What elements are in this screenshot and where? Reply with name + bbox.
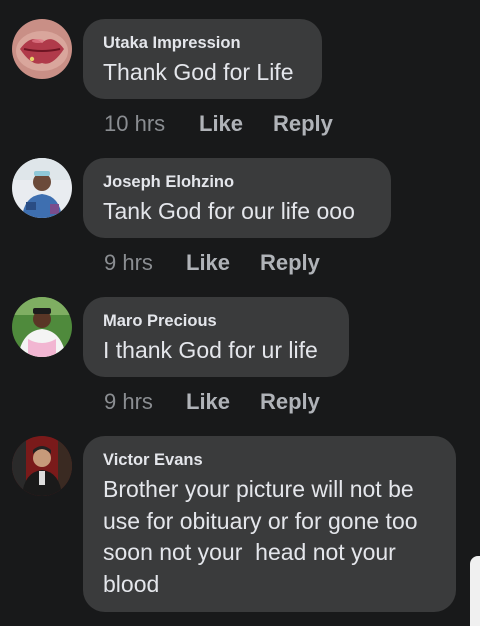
comment-text: Tank God for our life ooo [103,198,355,224]
comment-time[interactable]: 9 hrs [104,386,186,418]
comment-text: Brother your picture will not be use for… [103,476,424,597]
comment-author[interactable]: Victor Evans [103,450,436,470]
person-photo-icon [12,436,72,496]
avatar[interactable] [12,158,72,218]
comment-author[interactable]: Joseph Elohzino [103,172,371,192]
comment-author[interactable]: Utaka Impression [103,33,302,53]
reply-button[interactable]: Reply [260,386,320,418]
like-button[interactable]: Like [186,247,260,279]
comment-bubble: Maro Precious I thank God for ur life [83,297,349,377]
reply-button[interactable]: Reply [260,247,320,279]
comment-actions: 9 hrs Like Reply [104,386,320,418]
person-photo-icon [12,297,72,357]
comment-actions: 9 hrs Like Reply [104,247,320,279]
like-button[interactable]: Like [199,108,273,140]
comment-time[interactable]: 10 hrs [104,108,199,140]
avatar[interactable] [12,19,72,79]
comment-bubble: Joseph Elohzino Tank God for our life oo… [83,158,391,238]
comment-author[interactable]: Maro Precious [103,311,329,331]
avatar[interactable] [12,436,72,496]
like-button[interactable]: Like [186,386,260,418]
scrollbar[interactable] [470,556,480,626]
comment-text: Thank God for Life [103,59,294,85]
avatar[interactable] [12,297,72,357]
reply-button[interactable]: Reply [273,108,333,140]
comment-time[interactable]: 9 hrs [104,247,186,279]
comment-actions: 10 hrs Like Reply [104,108,333,140]
lips-photo-icon [12,19,72,79]
comment-bubble: Victor Evans Brother your picture will n… [83,436,456,612]
comment-text: I thank God for ur life [103,337,318,363]
comment-bubble: Utaka Impression Thank God for Life [83,19,322,99]
person-photo-icon [12,158,72,218]
